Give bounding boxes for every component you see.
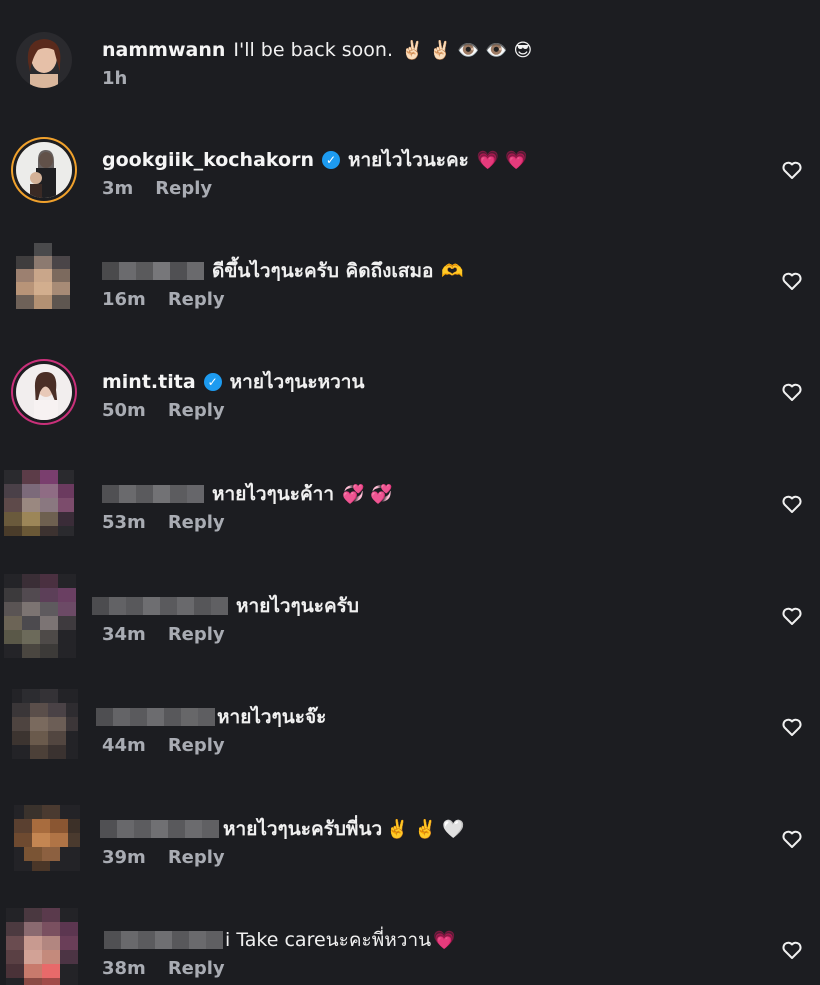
timestamp: 3m [102, 178, 134, 199]
avatar[interactable] [4, 470, 74, 536]
like-heart-icon[interactable] [780, 715, 804, 739]
avatar[interactable] [14, 805, 80, 871]
timestamp: 50m [102, 400, 146, 421]
avatar[interactable] [16, 32, 72, 88]
comment-text: หายไวไวนะคะ [347, 149, 469, 171]
timestamp: 16m [102, 289, 146, 310]
timestamp: 53m [102, 512, 146, 533]
timestamp: 1h [102, 68, 128, 89]
emoji-group: ✌️ ✌️ 🤍 [386, 818, 465, 840]
reply-button[interactable]: Reply [155, 178, 212, 199]
timestamp: 34m [102, 624, 146, 645]
avatar[interactable] [16, 364, 72, 420]
blurred-username [92, 597, 228, 615]
blurred-username [100, 820, 219, 838]
like-heart-icon[interactable] [780, 269, 804, 293]
blurred-username [102, 262, 204, 280]
reply-button[interactable]: Reply [168, 735, 225, 756]
avatar[interactable] [16, 142, 72, 198]
comment-text: หายไวๆนะครับ [236, 595, 359, 617]
emoji-group: 💗 [433, 929, 456, 951]
like-heart-icon[interactable] [780, 380, 804, 404]
reply-button[interactable]: Reply [168, 289, 225, 310]
avatar[interactable] [12, 689, 78, 759]
timestamp: 44m [102, 735, 146, 756]
comment-text: หายไวๆนะหวาน [229, 371, 365, 393]
avatar[interactable] [4, 574, 76, 658]
verified-badge-icon: ✓ [203, 373, 222, 391]
timestamp: 38m [102, 958, 146, 979]
comment-text: i Take careนะคะพี่หวาน [225, 929, 432, 951]
reply-button[interactable]: Reply [168, 400, 225, 421]
blurred-username [96, 708, 215, 726]
username[interactable]: mint.tita [102, 371, 196, 393]
blurred-username [102, 485, 204, 503]
comment-text: I'll be back soon. [233, 39, 394, 61]
like-heart-icon[interactable] [780, 492, 804, 516]
username[interactable]: nammwann [102, 39, 225, 61]
avatar[interactable] [16, 243, 70, 309]
comment-text: หายไวๆนะครับพี่นว [223, 818, 383, 840]
reply-button[interactable]: Reply [168, 624, 225, 645]
reply-button[interactable]: Reply [168, 958, 225, 979]
like-heart-icon[interactable] [780, 604, 804, 628]
verified-badge-icon: ✓ [321, 151, 340, 169]
emoji-group: 💞 💞 [342, 483, 393, 505]
reply-button[interactable]: Reply [168, 512, 225, 533]
like-heart-icon[interactable] [780, 938, 804, 962]
emoji-group: 💗 💗 [476, 149, 528, 171]
reply-button[interactable]: Reply [168, 847, 225, 868]
comment-text: ดีขึ้นไวๆนะครับ คิดถึงเสมอ [212, 260, 434, 282]
timestamp: 39m [102, 847, 146, 868]
like-heart-icon[interactable] [780, 827, 804, 851]
avatar[interactable] [6, 908, 78, 985]
comment-text: หายไวๆนะจ๊ะ [217, 706, 327, 728]
emoji-group: 🫶 [441, 260, 464, 282]
like-heart-icon[interactable] [780, 158, 804, 182]
blurred-username [104, 931, 223, 949]
emoji-group: ✌🏻 ✌🏻 👁️ 👁️ 😎 [401, 39, 533, 61]
username[interactable]: gookgiik_kochakorn [102, 149, 314, 171]
comment-text: หายไวๆนะค้าา [212, 483, 334, 505]
